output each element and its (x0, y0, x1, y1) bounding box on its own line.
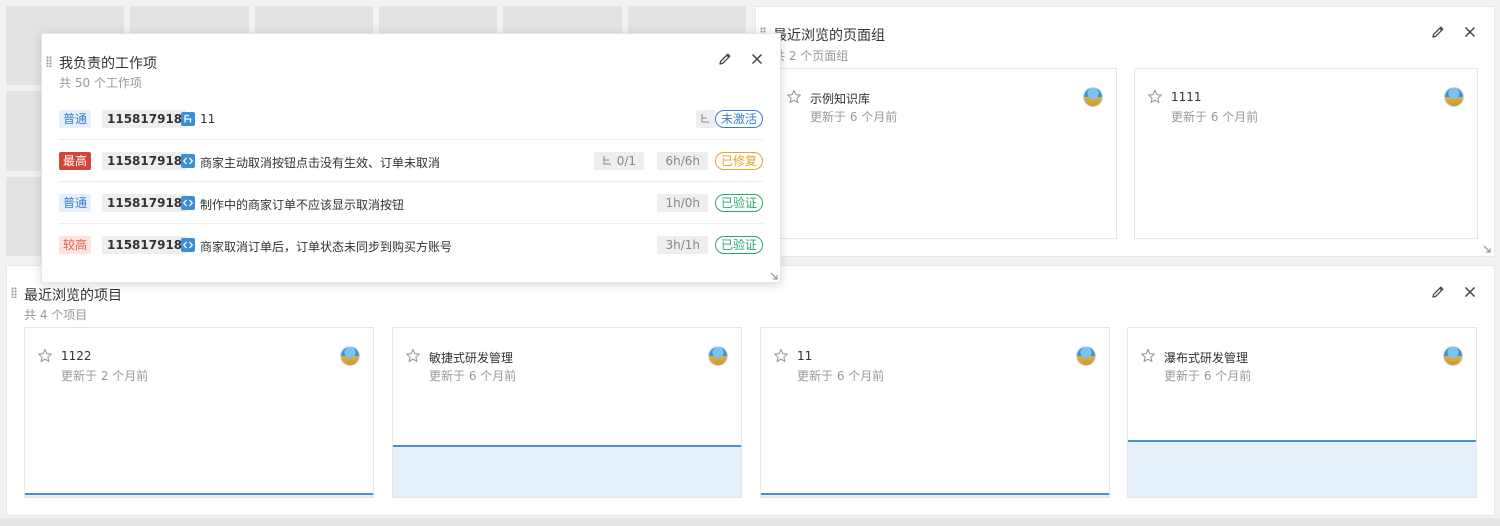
card-updated: 更新于 6 个月前 (429, 369, 517, 383)
status-badge[interactable]: 未激活 (714, 110, 763, 128)
star-icon[interactable] (405, 348, 421, 364)
card-updated: 更新于 6 个月前 (1171, 110, 1259, 124)
hours-chip: 1h/0h (657, 194, 708, 212)
work-item-row[interactable]: 普通 115817918 制作中的商家订单不应该显示取消按钮 1h/0h 已验证 (59, 182, 763, 224)
code-icon (181, 154, 195, 168)
edit-icon[interactable] (1430, 24, 1446, 40)
card-name: 敏捷式研发管理 (429, 351, 514, 365)
widget-title: 最近浏览的页面组 (773, 28, 885, 44)
star-icon[interactable] (37, 348, 53, 364)
priority-badge: 最高 (59, 152, 92, 170)
status-badge[interactable]: 已验证 (714, 236, 763, 254)
card-name: 1111 (1171, 90, 1202, 104)
project-card[interactable]: 11 更新于 6 个月前 (760, 327, 1110, 498)
work-item-title[interactable]: 制作中的商家订单不应该显示取消按钮 (200, 196, 404, 213)
priority-badge: 普通 (59, 194, 92, 212)
avatar (1084, 88, 1102, 106)
work-item-row[interactable]: 较高 115817918 商家取消订单后，订单状态未同步到购买方账号 3h/1h… (59, 224, 763, 266)
star-icon[interactable] (1140, 348, 1156, 364)
code-icon (181, 238, 195, 252)
status-badge[interactable]: 已验证 (714, 194, 763, 212)
widget-subtitle: 共 2 个页面组 (773, 49, 849, 63)
subtask-count: 0/1 (616, 154, 636, 168)
page-group-card[interactable]: 1111 更新于 6 个月前 (1134, 68, 1478, 239)
widget-title: 最近浏览的项目 (24, 288, 122, 304)
star-icon[interactable] (1147, 89, 1163, 105)
subtask-chip: 0/1 (593, 152, 644, 170)
card-name: 示例知识库 (810, 92, 871, 106)
recent-page-groups-widget: 最近浏览的页面组 共 2 个页面组 示例知识库 更新于 6 个月前 1111 更… (755, 6, 1495, 257)
work-item-id: 115817918 (102, 110, 188, 128)
avatar (1444, 347, 1462, 365)
star-icon[interactable] (773, 348, 789, 364)
progress-area-chart (25, 493, 373, 497)
edit-icon[interactable] (717, 51, 733, 67)
work-item-title[interactable]: 商家主动取消按钮点击没有生效、订单未取消 (200, 154, 440, 171)
hours-chip: 6h/6h (657, 152, 708, 170)
close-icon[interactable] (1462, 24, 1478, 40)
progress-area-chart (393, 445, 741, 497)
work-item-id: 115817918 (102, 236, 188, 254)
work-item-row[interactable]: 最高 115817918 商家主动取消按钮点击没有生效、订单未取消 0/1 6h… (59, 140, 763, 182)
close-icon[interactable] (749, 51, 765, 67)
drag-handle-icon[interactable] (11, 287, 17, 298)
project-card[interactable]: 敏捷式研发管理 更新于 6 个月前 (392, 327, 742, 498)
dashboard-bottom-strip (0, 518, 1500, 526)
card-updated: 更新于 6 个月前 (797, 369, 885, 383)
star-icon[interactable] (786, 89, 802, 105)
card-name: 瀑布式研发管理 (1164, 351, 1249, 365)
card-name: 11 (797, 349, 813, 363)
priority-badge: 普通 (59, 110, 92, 128)
work-item-title[interactable]: 商家取消订单后，订单状态未同步到购买方账号 (200, 238, 452, 255)
resize-handle-icon[interactable] (1483, 245, 1491, 253)
my-work-items-widget: 我负责的工作项 共 50 个工作项 普通 115817918 11 未激活 最高… (41, 33, 781, 283)
avatar (709, 347, 727, 365)
card-name: 1122 (61, 349, 92, 363)
status-badge[interactable]: 已修复 (714, 152, 763, 170)
code-icon (181, 196, 195, 210)
subtask-icon (701, 114, 709, 123)
widget-title: 我负责的工作项 (59, 56, 157, 72)
avatar (341, 347, 359, 365)
story-icon (181, 112, 195, 126)
card-updated: 更新于 2 个月前 (61, 369, 149, 383)
avatar (1077, 347, 1095, 365)
priority-badge: 较高 (59, 236, 92, 254)
project-card[interactable]: 1122 更新于 2 个月前 (24, 327, 374, 498)
widget-subtitle: 共 50 个工作项 (59, 76, 142, 90)
close-icon[interactable] (1462, 284, 1478, 300)
hours-chip: 3h/1h (657, 236, 708, 254)
project-card[interactable]: 瀑布式研发管理 更新于 6 个月前 (1127, 327, 1477, 498)
card-updated: 更新于 6 个月前 (810, 110, 898, 124)
widget-subtitle: 共 4 个项目 (24, 308, 88, 322)
work-item-id: 115817918 (102, 194, 188, 212)
progress-area-chart (1128, 440, 1476, 497)
card-updated: 更新于 6 个月前 (1164, 369, 1252, 383)
avatar (1445, 88, 1463, 106)
resize-handle-icon[interactable] (770, 272, 778, 280)
drag-handle-icon[interactable] (46, 56, 52, 67)
work-item-row[interactable]: 普通 115817918 11 未激活 (59, 98, 763, 140)
subtask-chip (696, 110, 715, 128)
work-item-id: 115817918 (102, 152, 188, 170)
page-group-card[interactable]: 示例知识库 更新于 6 个月前 (773, 68, 1117, 239)
recent-projects-widget: 最近浏览的项目 共 4 个项目 1122 更新于 2 个月前 敏捷式研发管理 更… (6, 265, 1495, 516)
edit-icon[interactable] (1430, 284, 1446, 300)
progress-area-chart (761, 493, 1109, 497)
work-item-title[interactable]: 11 (200, 112, 215, 126)
subtask-icon (603, 156, 611, 165)
